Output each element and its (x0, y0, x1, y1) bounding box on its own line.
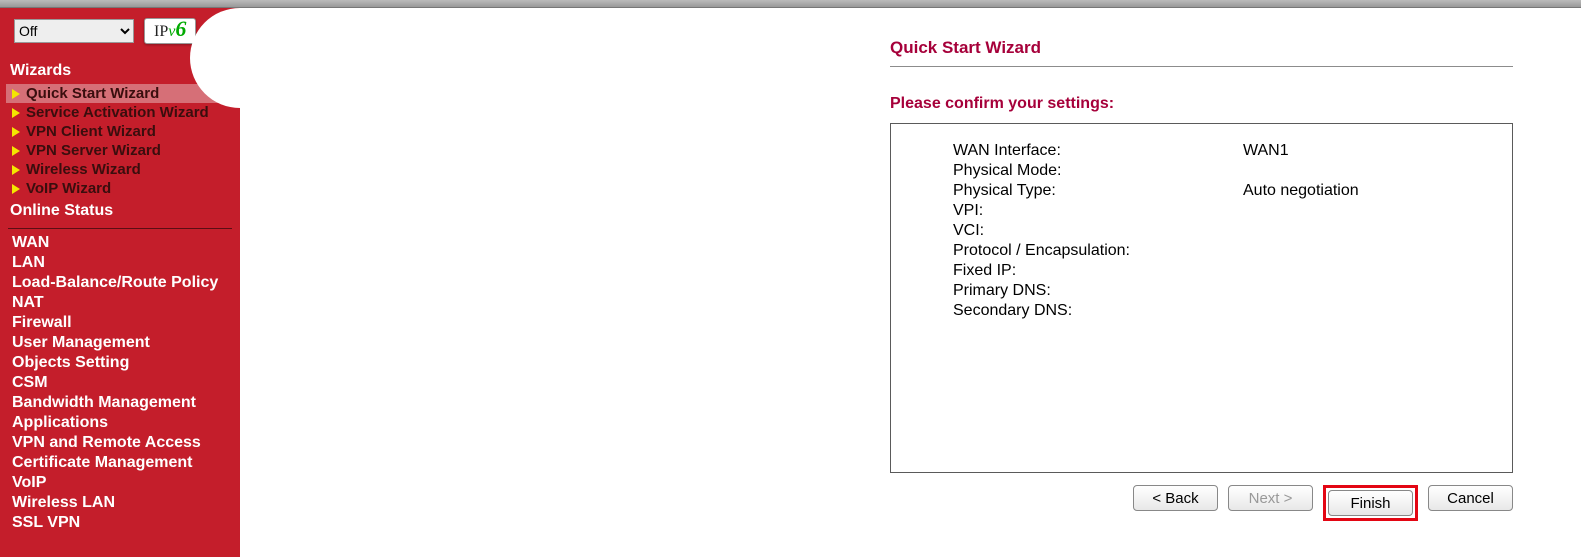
sidebar-item-applications[interactable]: Applications (6, 413, 234, 433)
sidebar: Off IPv6 Wizards Quick Start Wizard Serv… (0, 8, 240, 557)
sidebar-item-label: VoIP Wizard (26, 180, 111, 197)
setting-row: WAN Interface:WAN1 (953, 142, 1478, 160)
setting-value: Auto negotiation (1243, 182, 1478, 200)
online-status-heading[interactable]: Online Status (6, 198, 234, 224)
page-title: Quick Start Wizard (890, 38, 1513, 58)
sidebar-item-label: VPN Server Wizard (26, 142, 161, 159)
wizard-buttons: < Back Next > Finish Cancel (890, 485, 1513, 521)
setting-value: WAN1 (1243, 142, 1478, 160)
triangle-icon (12, 127, 20, 137)
setting-value (1243, 282, 1478, 300)
sidebar-item-load-balance[interactable]: Load-Balance/Route Policy (6, 273, 234, 293)
sidebar-item-ssl-vpn[interactable]: SSL VPN (6, 513, 234, 533)
sidebar-item-csm[interactable]: CSM (6, 373, 234, 393)
finish-button[interactable]: Finish (1328, 490, 1413, 516)
sidebar-item-bandwidth-management[interactable]: Bandwidth Management (6, 393, 234, 413)
setting-key: Fixed IP: (953, 262, 1243, 280)
sidebar-item-objects-setting[interactable]: Objects Setting (6, 353, 234, 373)
ipv6-v-text: v (168, 23, 175, 41)
triangle-icon (12, 146, 20, 156)
nav-divider (8, 228, 232, 229)
finish-highlight: Finish (1323, 485, 1418, 521)
setting-value (1243, 222, 1478, 240)
settings-box: WAN Interface:WAN1 Physical Mode: Physic… (890, 123, 1513, 473)
setting-key: VCI: (953, 222, 1243, 240)
setting-row: Primary DNS: (953, 282, 1478, 300)
confirm-settings-subtitle: Please confirm your settings: (890, 95, 1513, 113)
sidebar-item-voip-wizard[interactable]: VoIP Wizard (6, 179, 234, 198)
setting-key: VPI: (953, 202, 1243, 220)
sidebar-item-label: Service Activation Wizard (26, 104, 209, 121)
sidebar-item-lan[interactable]: LAN (6, 253, 234, 273)
ipv6-six-text: 6 (175, 21, 186, 37)
mode-select[interactable]: Off (14, 19, 134, 43)
sidebar-item-service-activation-wizard[interactable]: Service Activation Wizard (6, 103, 234, 122)
sidebar-item-certificate-management[interactable]: Certificate Management (6, 453, 234, 473)
setting-key: WAN Interface: (953, 142, 1243, 160)
sidebar-item-firewall[interactable]: Firewall (6, 313, 234, 333)
sidebar-item-voip[interactable]: VoIP (6, 473, 234, 493)
setting-key: Protocol / Encapsulation: (953, 242, 1243, 260)
sidebar-item-wireless-lan[interactable]: Wireless LAN (6, 493, 234, 513)
sidebar-item-label: Quick Start Wizard (26, 85, 159, 102)
setting-row: Secondary DNS: (953, 302, 1478, 320)
sidebar-item-label: VPN Client Wizard (26, 123, 156, 140)
ipv6-ip-text: IP (154, 23, 168, 41)
triangle-icon (12, 184, 20, 194)
setting-key: Physical Mode: (953, 162, 1243, 180)
triangle-icon (12, 108, 20, 118)
back-button[interactable]: < Back (1133, 485, 1218, 511)
setting-value (1243, 262, 1478, 280)
setting-value (1243, 242, 1478, 260)
setting-row: Protocol / Encapsulation: (953, 242, 1478, 260)
setting-key: Primary DNS: (953, 282, 1243, 300)
triangle-icon (12, 165, 20, 175)
setting-row: Physical Type:Auto negotiation (953, 182, 1478, 200)
cancel-button[interactable]: Cancel (1428, 485, 1513, 511)
title-divider (890, 66, 1513, 67)
setting-row: VCI: (953, 222, 1478, 240)
setting-row: Fixed IP: (953, 262, 1478, 280)
setting-row: VPI: (953, 202, 1478, 220)
top-bar (0, 0, 1581, 8)
sidebar-item-label: Wireless Wizard (26, 161, 141, 178)
setting-key: Secondary DNS: (953, 302, 1243, 320)
setting-value (1243, 202, 1478, 220)
main-content: Quick Start Wizard Please confirm your s… (240, 8, 1581, 557)
ipv6-button[interactable]: IPv6 (144, 18, 196, 44)
sidebar-item-vpn-remote-access[interactable]: VPN and Remote Access (6, 433, 234, 453)
next-button[interactable]: Next > (1228, 485, 1313, 511)
sidebar-item-wan[interactable]: WAN (6, 233, 234, 253)
setting-row: Physical Mode: (953, 162, 1478, 180)
sidebar-item-wireless-wizard[interactable]: Wireless Wizard (6, 160, 234, 179)
sidebar-item-vpn-client-wizard[interactable]: VPN Client Wizard (6, 122, 234, 141)
sidebar-item-nat[interactable]: NAT (6, 293, 234, 313)
sidebar-item-vpn-server-wizard[interactable]: VPN Server Wizard (6, 141, 234, 160)
setting-key: Physical Type: (953, 182, 1243, 200)
setting-value (1243, 302, 1478, 320)
triangle-icon (12, 89, 20, 99)
setting-value (1243, 162, 1478, 180)
sidebar-item-user-management[interactable]: User Management (6, 333, 234, 353)
